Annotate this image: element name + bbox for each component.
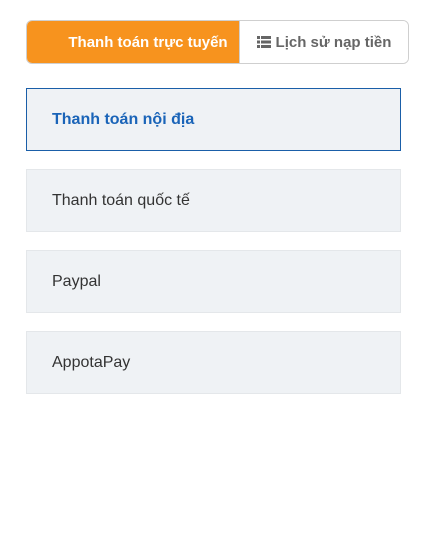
payment-method-label: AppotaPay [52, 353, 131, 371]
tab-online-payment-label: Thanh toán trực tuyến [68, 33, 228, 51]
tab-topup-history[interactable]: Lịch sử nạp tiền [239, 21, 408, 63]
payment-method-label: Thanh toán nội địa [52, 110, 195, 128]
payment-method-international[interactable]: Thanh toán quốc tế [26, 169, 401, 232]
payment-method-label: Paypal [52, 272, 101, 290]
tab-topup-history-label: Lịch sử nạp tiền [275, 33, 392, 51]
tab-online-payment[interactable]: Thanh toán trực tuyến [27, 21, 239, 63]
payment-method-appotapay[interactable]: AppotaPay [26, 331, 401, 394]
payment-method-label: Thanh toán quốc tế [52, 191, 190, 209]
list-icon [256, 36, 271, 48]
payment-tabs: Thanh toán trực tuyến Lịch sử nạp tiền [26, 20, 409, 64]
payment-method-list: Thanh toán nội địa Thanh toán quốc tế Pa… [26, 88, 401, 412]
payment-method-paypal[interactable]: Paypal [26, 250, 401, 313]
payment-method-domestic[interactable]: Thanh toán nội địa [26, 88, 401, 151]
